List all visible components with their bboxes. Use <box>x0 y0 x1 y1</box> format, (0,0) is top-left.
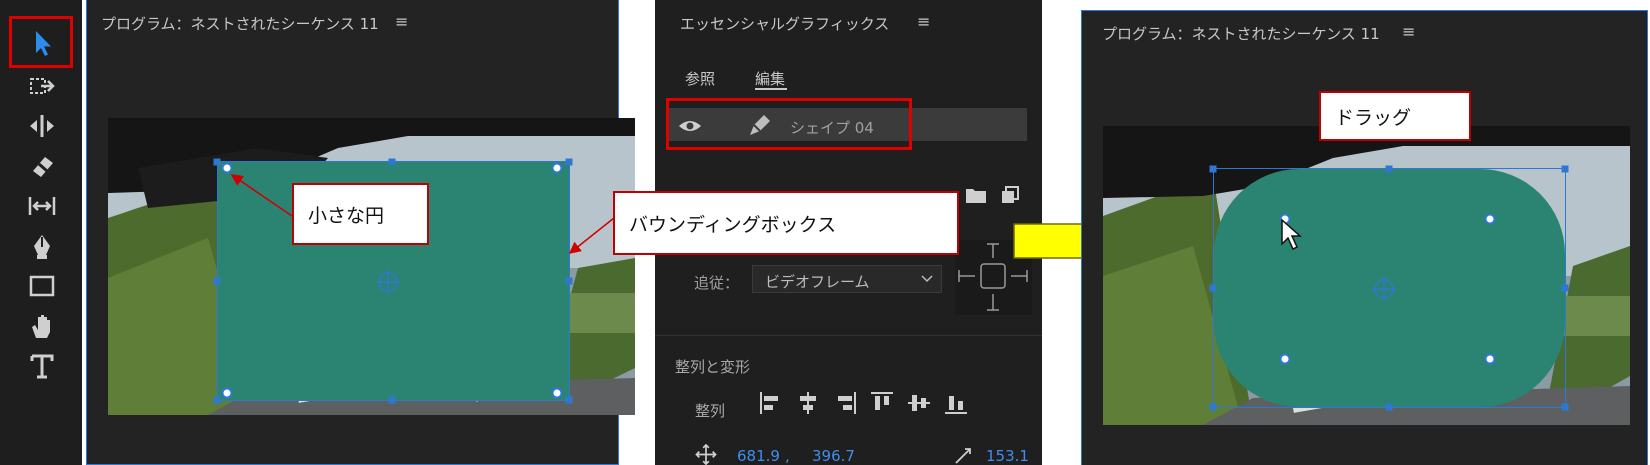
bbox-handle[interactable] <box>565 396 573 404</box>
pen-tool-icon[interactable] <box>22 228 62 264</box>
rectangle-tool-icon[interactable] <box>22 268 62 304</box>
section-divider <box>655 335 1042 336</box>
active-tab-underline <box>755 88 787 90</box>
folder-icon[interactable] <box>965 186 987 204</box>
tab-edit[interactable]: 編集 <box>755 68 785 89</box>
hand-tool-icon[interactable] <box>22 308 62 344</box>
position-x-value[interactable]: 681.9 <box>737 447 780 465</box>
follow-label: 追従： <box>694 274 740 292</box>
align-right-icon[interactable] <box>832 390 858 416</box>
panel-menu-icon[interactable]: ≡ <box>917 12 930 31</box>
bbox-handle[interactable] <box>1209 284 1217 292</box>
anchor-point-icon[interactable] <box>374 268 402 296</box>
essential-graphics-title: エッセンシャルグラフィックス <box>680 15 890 33</box>
corner-radius-handle[interactable] <box>1279 353 1291 365</box>
track-select-tool-icon[interactable] <box>22 68 62 104</box>
corner-radius-handle[interactable] <box>1484 353 1496 365</box>
corner-radius-handle[interactable] <box>551 162 563 174</box>
bbox-handle[interactable] <box>213 158 221 166</box>
bbox-handle[interactable] <box>1561 284 1569 292</box>
align-label: 整列 <box>695 402 726 420</box>
bbox-handle[interactable] <box>1385 165 1393 173</box>
drag-callout: ドラッグ <box>1319 91 1471 141</box>
tab-browse[interactable]: 参照 <box>685 68 715 89</box>
mouse-cursor-icon <box>1281 218 1302 251</box>
layer-highlight-box <box>666 98 912 150</box>
scale-value[interactable]: 153.1 <box>986 447 1029 465</box>
small-circle-callout: 小さな円 <box>292 183 429 245</box>
bbox-handle[interactable] <box>1209 403 1217 411</box>
follow-select-value: ビデオフレーム <box>765 273 870 291</box>
align-left-icon[interactable] <box>758 390 784 416</box>
align-center-vertical-icon[interactable] <box>906 390 932 416</box>
align-center-horizontal-icon[interactable] <box>795 390 821 416</box>
bbox-handle[interactable] <box>1385 403 1393 411</box>
bbox-handle[interactable] <box>388 396 396 404</box>
bounding-box-callout: バウンディングボックス <box>613 191 959 255</box>
anchor-point-icon[interactable] <box>1370 275 1398 303</box>
bbox-handle[interactable] <box>213 277 221 285</box>
bbox-handle[interactable] <box>1209 165 1217 173</box>
slip-tool-icon[interactable] <box>22 188 62 224</box>
bbox-handle[interactable] <box>213 396 221 404</box>
program-monitor-title: プログラム：ネストされたシーケンス 11 <box>1102 25 1380 43</box>
bbox-handle[interactable] <box>565 277 573 285</box>
tools-panel <box>0 0 82 465</box>
panel-menu-icon[interactable]: ≡ <box>395 12 408 31</box>
position-icon <box>695 444 717 465</box>
bbox-handle[interactable] <box>1561 165 1569 173</box>
panel-menu-icon[interactable]: ≡ <box>1402 22 1415 41</box>
selection-tool-icon[interactable] <box>22 24 62 60</box>
position-y-value[interactable]: 396.7 <box>812 447 855 465</box>
corner-radius-handle[interactable] <box>1484 213 1496 225</box>
corner-radius-handle[interactable] <box>221 387 233 399</box>
bbox-handle[interactable] <box>1561 403 1569 411</box>
scale-icon <box>955 448 971 464</box>
corner-radius-handle[interactable] <box>551 387 563 399</box>
chevron-down-icon <box>921 275 933 283</box>
align-top-icon[interactable] <box>869 390 895 416</box>
follow-select[interactable]: ビデオフレーム <box>752 265 942 293</box>
razor-tool-icon[interactable] <box>22 148 62 184</box>
align-transform-heading: 整列と変形 <box>675 358 751 376</box>
new-layer-icon[interactable] <box>1001 186 1019 204</box>
bbox-handle[interactable] <box>565 158 573 166</box>
program-monitor-title: プログラム：ネストされたシーケンス 11 <box>101 15 379 33</box>
ripple-edit-tool-icon[interactable] <box>22 108 62 144</box>
corner-radius-handle[interactable] <box>221 162 233 174</box>
position-separator: , <box>785 447 790 465</box>
align-bottom-icon[interactable] <box>943 390 969 416</box>
type-tool-icon[interactable] <box>22 348 62 384</box>
bbox-handle[interactable] <box>388 158 396 166</box>
